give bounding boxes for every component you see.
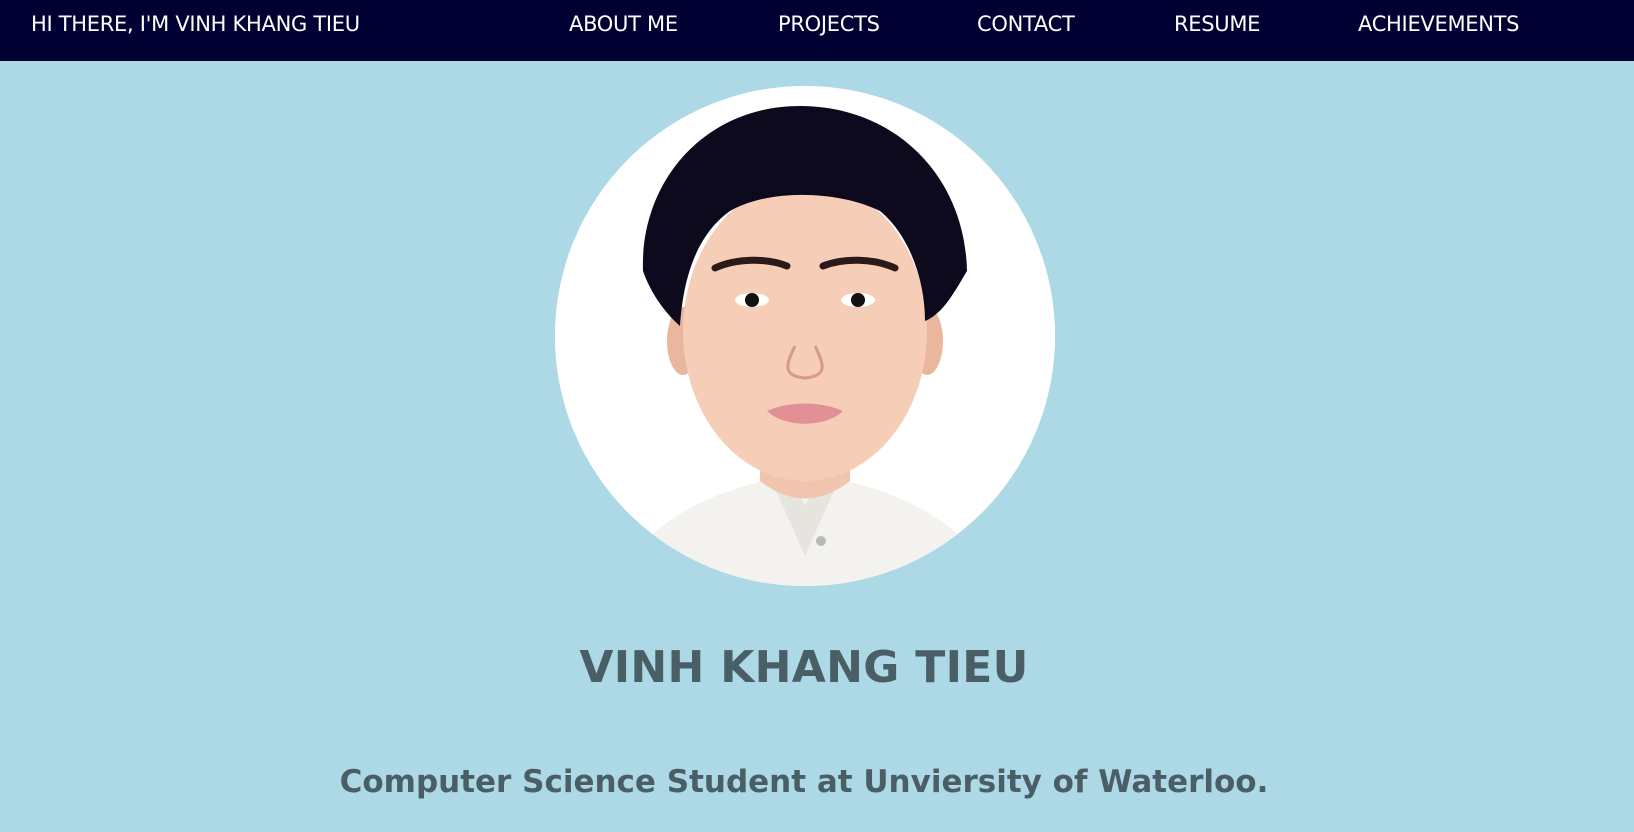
nav-link-about-me[interactable]: ABOUT ME	[569, 0, 678, 48]
nav-link-projects[interactable]: PROJECTS	[778, 0, 880, 48]
nav-link-resume[interactable]: RESUME	[1174, 0, 1260, 48]
portrait-illustration	[555, 86, 1055, 586]
brand-link[interactable]: HI THERE, I'M VINH KHANG TIEU	[31, 0, 360, 48]
hero-name: VINH KHANG TIEU	[579, 642, 1029, 693]
navbar: HI THERE, I'M VINH KHANG TIEU ABOUT ME P…	[0, 0, 1634, 61]
hero-tagline: Computer Science Student at Unviersity o…	[339, 764, 1269, 800]
nav-link-contact[interactable]: CONTACT	[977, 0, 1075, 48]
profile-photo	[555, 86, 1055, 586]
nav-link-achievements[interactable]: ACHIEVEMENTS	[1358, 0, 1520, 48]
